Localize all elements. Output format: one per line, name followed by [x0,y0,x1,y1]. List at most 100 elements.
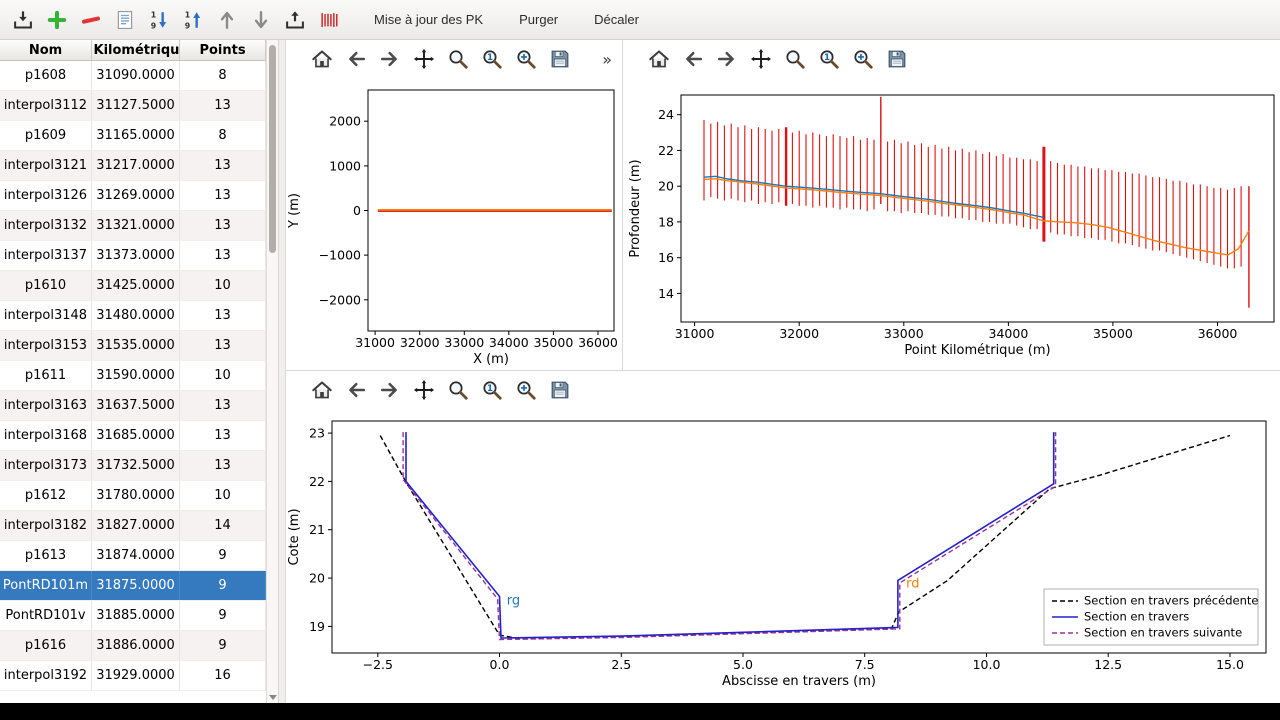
add-section-button[interactable] [42,5,72,35]
section-chart[interactable]: −2.50.02.55.07.510.012.515.01920212223Ab… [286,409,1280,703]
cell-points: 8 [180,121,266,150]
zoom-button[interactable] [444,377,471,404]
profile-chart[interactable]: 3100032000330003400035000360001416182022… [623,78,1279,370]
forward-button[interactable] [376,377,403,404]
shift-button[interactable]: Décaler [584,6,649,33]
pan-icon [750,48,772,70]
cell-points: 13 [180,211,266,240]
profile-toolbar: 1 [623,40,1280,78]
cell-nom: interpol3153 [0,331,92,360]
sections-table-header: Nomt KilométriquePoints [0,40,266,61]
table-row[interactable]: interpol312131217.000013 [0,151,266,181]
cell-nom: interpol3163 [0,391,92,420]
table-row[interactable]: interpol319231929.000016 [0,661,266,691]
svg-text:−2.5: −2.5 [363,657,393,672]
table-row[interactable]: interpol316831685.000013 [0,421,266,451]
table-row[interactable]: interpol316331637.500013 [0,391,266,421]
update-pk-button[interactable]: Mise à jour des PK [364,6,493,33]
pan-button[interactable] [410,46,437,73]
annotation-rg: rg [507,594,520,609]
table-row[interactable]: interpol315331535.000013 [0,331,266,361]
remove-section-button[interactable] [76,5,106,35]
home-button[interactable] [645,46,672,73]
svg-text:34000: 34000 [989,326,1029,341]
svg-text:31000: 31000 [675,326,715,341]
column-header[interactable]: t Kilométrique [92,40,180,61]
cell-nom: p1611 [0,361,92,390]
table-row[interactable]: p160931165.00008 [0,121,266,151]
cell-points: 10 [180,271,266,300]
edit-list-button[interactable] [110,5,140,35]
main-toolbar-actions: Mise à jour des PK Purger Décaler [348,6,649,33]
scrollbar-thumb[interactable] [269,45,276,253]
save-button[interactable] [883,46,910,73]
table-row[interactable]: p161131590.000010 [0,361,266,391]
table-row[interactable]: p160831090.00008 [0,61,266,91]
sections-table: Nomt KilométriquePoints p160831090.00008… [0,40,266,703]
cell-points: 13 [180,451,266,480]
svg-text:−2000: −2000 [319,292,361,307]
table-scrollbar[interactable] [266,40,278,703]
forward-button[interactable] [376,46,403,73]
table-row[interactable]: interpol313231321.000013 [0,211,266,241]
table-row[interactable]: interpol313731373.000013 [0,241,266,271]
zoom-plus-button[interactable] [512,377,539,404]
table-row[interactable]: interpol311231127.500013 [0,91,266,121]
export-button[interactable] [280,5,310,35]
table-row[interactable]: interpol312631269.000013 [0,181,266,211]
table-row[interactable]: interpol314831480.000013 [0,301,266,331]
panel-splitter[interactable] [278,40,286,703]
cell-points: 14 [180,511,266,540]
back-button[interactable] [679,46,706,73]
zoom-plus-button[interactable] [512,46,539,73]
move-down-button[interactable] [246,5,276,35]
toolbar-overflow-icon[interactable]: » [602,50,612,69]
table-row[interactable]: p161231780.000010 [0,481,266,511]
forward-icon [379,48,401,70]
cell-points: 13 [180,91,266,120]
back-button[interactable] [342,377,369,404]
pan-button[interactable] [410,377,437,404]
home-button[interactable] [308,377,335,404]
table-row[interactable]: interpol318231827.000014 [0,511,266,541]
cell-pk: 31425.0000 [92,271,180,300]
sort-descending-button[interactable]: 19 [144,5,174,35]
zoom-button[interactable] [781,46,808,73]
save-button[interactable] [546,46,573,73]
table-row[interactable]: PontRD101m31875.00009 [0,571,266,601]
table-row[interactable]: p161331874.00009 [0,541,266,571]
zoom-button[interactable] [444,46,471,73]
table-row[interactable]: p161631886.00009 [0,631,266,661]
sort-ascending-button[interactable]: 19 [178,5,208,35]
cell-pk: 31269.0000 [92,181,180,210]
zoom-one-button[interactable]: 1 [478,377,505,404]
svg-text:22: 22 [309,474,325,489]
move-up-button[interactable] [212,5,242,35]
cell-points: 13 [180,391,266,420]
table-row[interactable]: interpol317331732.500013 [0,451,266,481]
import-button[interactable] [8,5,38,35]
cell-points: 8 [180,61,266,90]
add-icon [46,9,68,31]
back-button[interactable] [342,46,369,73]
home-button[interactable] [308,46,335,73]
zoom-one-button[interactable]: 1 [478,46,505,73]
pan-button[interactable] [747,46,774,73]
cell-nom: interpol3182 [0,511,92,540]
column-header[interactable]: Nom [0,40,92,61]
svg-text:14: 14 [658,286,674,301]
table-row[interactable]: p161031425.000010 [0,271,266,301]
main-toolbar: 1919 Mise à jour des PK Purger Décaler [0,0,1280,40]
cell-pk: 31874.0000 [92,541,180,570]
forward-button[interactable] [713,46,740,73]
scroll-down-icon[interactable] [269,695,277,700]
table-row[interactable]: PontRD101v31885.00009 [0,601,266,631]
zoom-plus-button[interactable] [849,46,876,73]
plan-chart[interactable]: 310003200033000340003500036000−2000−1000… [286,78,622,370]
zoom-one-button[interactable]: 1 [815,46,842,73]
purge-button[interactable]: Purger [509,6,568,33]
main-toolbar-icons: 1919 [8,5,348,35]
column-header[interactable]: Points [180,40,266,61]
sections-button[interactable] [314,5,344,35]
save-button[interactable] [546,377,573,404]
